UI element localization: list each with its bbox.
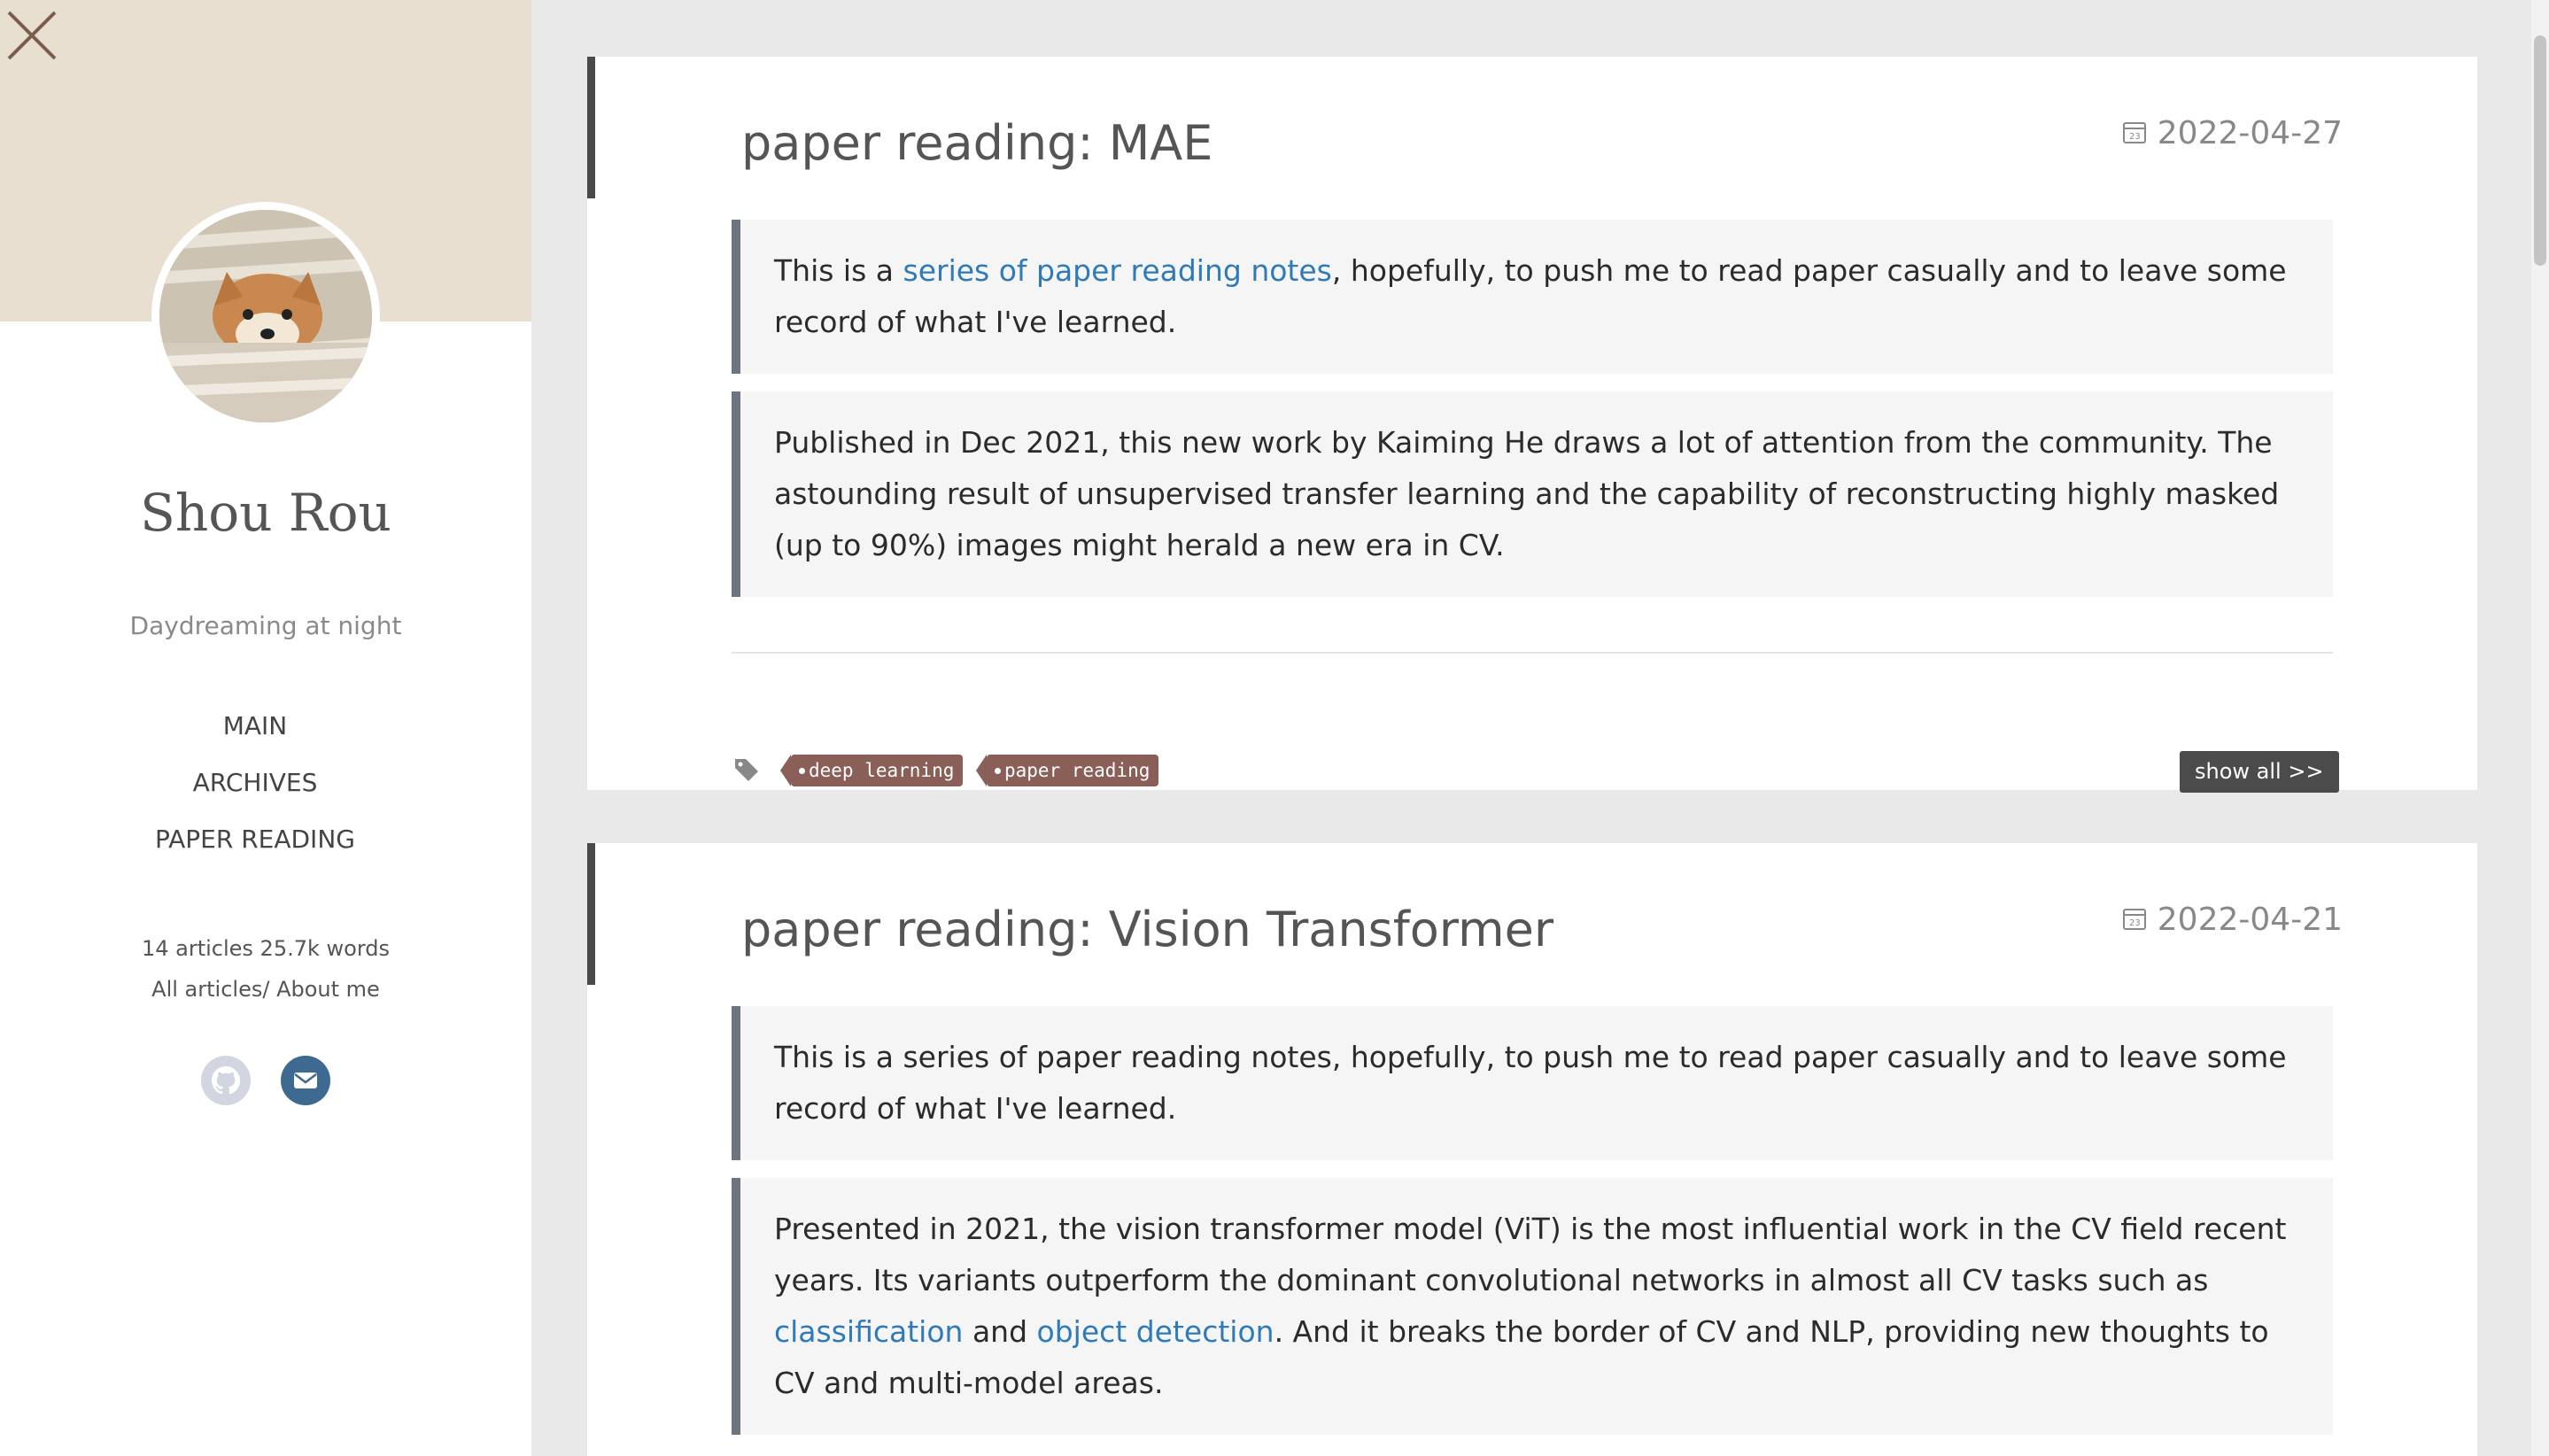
post-title[interactable]: paper reading: Vision Transformer	[741, 902, 1553, 957]
nav-item-paper-reading[interactable]: PAPER READING	[0, 820, 510, 877]
post-date-text: 2022-04-21	[2157, 902, 2343, 938]
post-intro-quote: This is a series of paper reading notes,…	[732, 1006, 2333, 1160]
post-card: paper reading: Vision Transformer 23 2022…	[587, 843, 2477, 1456]
all-articles-link[interactable]: All articles/	[151, 977, 269, 1002]
summary-text-and: and	[963, 1314, 1037, 1349]
show-all-button[interactable]: show all >>	[2180, 751, 2339, 793]
intro-text: This is a series of paper reading notes,…	[774, 1040, 2287, 1126]
nav-item-main[interactable]: MAIN	[0, 707, 510, 763]
post-date-text: 2022-04-27	[2157, 115, 2343, 151]
tag-paper-reading[interactable]: paper reading	[975, 755, 1159, 786]
about-me-link[interactable]: About me	[276, 977, 380, 1002]
post-intro-quote: This is a series of paper reading notes,…	[732, 220, 2333, 374]
scrollbar-thumb[interactable]	[2534, 35, 2546, 266]
github-icon[interactable]	[201, 1056, 252, 1105]
svg-text:23: 23	[2129, 132, 2141, 142]
post-summary-quote: Presented in 2021, the vision transforme…	[732, 1178, 2333, 1435]
intro-text: This is a	[774, 253, 903, 288]
post-title[interactable]: paper reading: MAE	[741, 115, 1213, 171]
post-accent-bar	[587, 843, 595, 985]
sidebar: Shou Rou Daydreaming at night MAIN ARCHI…	[0, 0, 531, 1456]
stats-summary: 14 articles 25.7k words	[141, 936, 391, 961]
divider	[732, 652, 2333, 654]
summary-text: Published in Dec 2021, this new work by …	[774, 425, 2280, 562]
mail-icon[interactable]	[280, 1056, 330, 1105]
post-date: 23 2022-04-21	[2122, 902, 2343, 938]
post-card: paper reading: MAE 23 2022-04-27 This is …	[587, 57, 2477, 793]
calendar-icon: 23	[2122, 909, 2146, 930]
close-icon[interactable]	[5, 9, 58, 62]
post-date: 23 2022-04-27	[2122, 115, 2343, 151]
classification-link[interactable]: classification	[774, 1314, 963, 1349]
paper-reading-series-link[interactable]: series of paper reading notes	[903, 253, 1332, 288]
profile-name: Shou Rou	[140, 483, 391, 543]
svg-text:23: 23	[2129, 918, 2141, 928]
social-links	[0, 1056, 531, 1105]
site-stats: 14 articles 25.7k words All articles/ Ab…	[0, 928, 531, 1010]
summary-text: Presented in 2021, the vision transforme…	[774, 1212, 2287, 1297]
post-summary-quote: Published in Dec 2021, this new work by …	[732, 391, 2333, 597]
object-detection-link[interactable]: object detection	[1037, 1314, 1274, 1349]
sidebar-nav: MAIN ARCHIVES PAPER READING	[0, 707, 510, 877]
tag-icon	[733, 756, 760, 786]
avatar	[151, 202, 380, 430]
post-accent-bar	[587, 57, 595, 198]
calendar-icon: 23	[2122, 122, 2146, 143]
tag-deep-learning[interactable]: deep learning	[779, 755, 964, 786]
profile-motto: Daydreaming at night	[129, 611, 402, 640]
nav-item-archives[interactable]: ARCHIVES	[0, 763, 510, 820]
